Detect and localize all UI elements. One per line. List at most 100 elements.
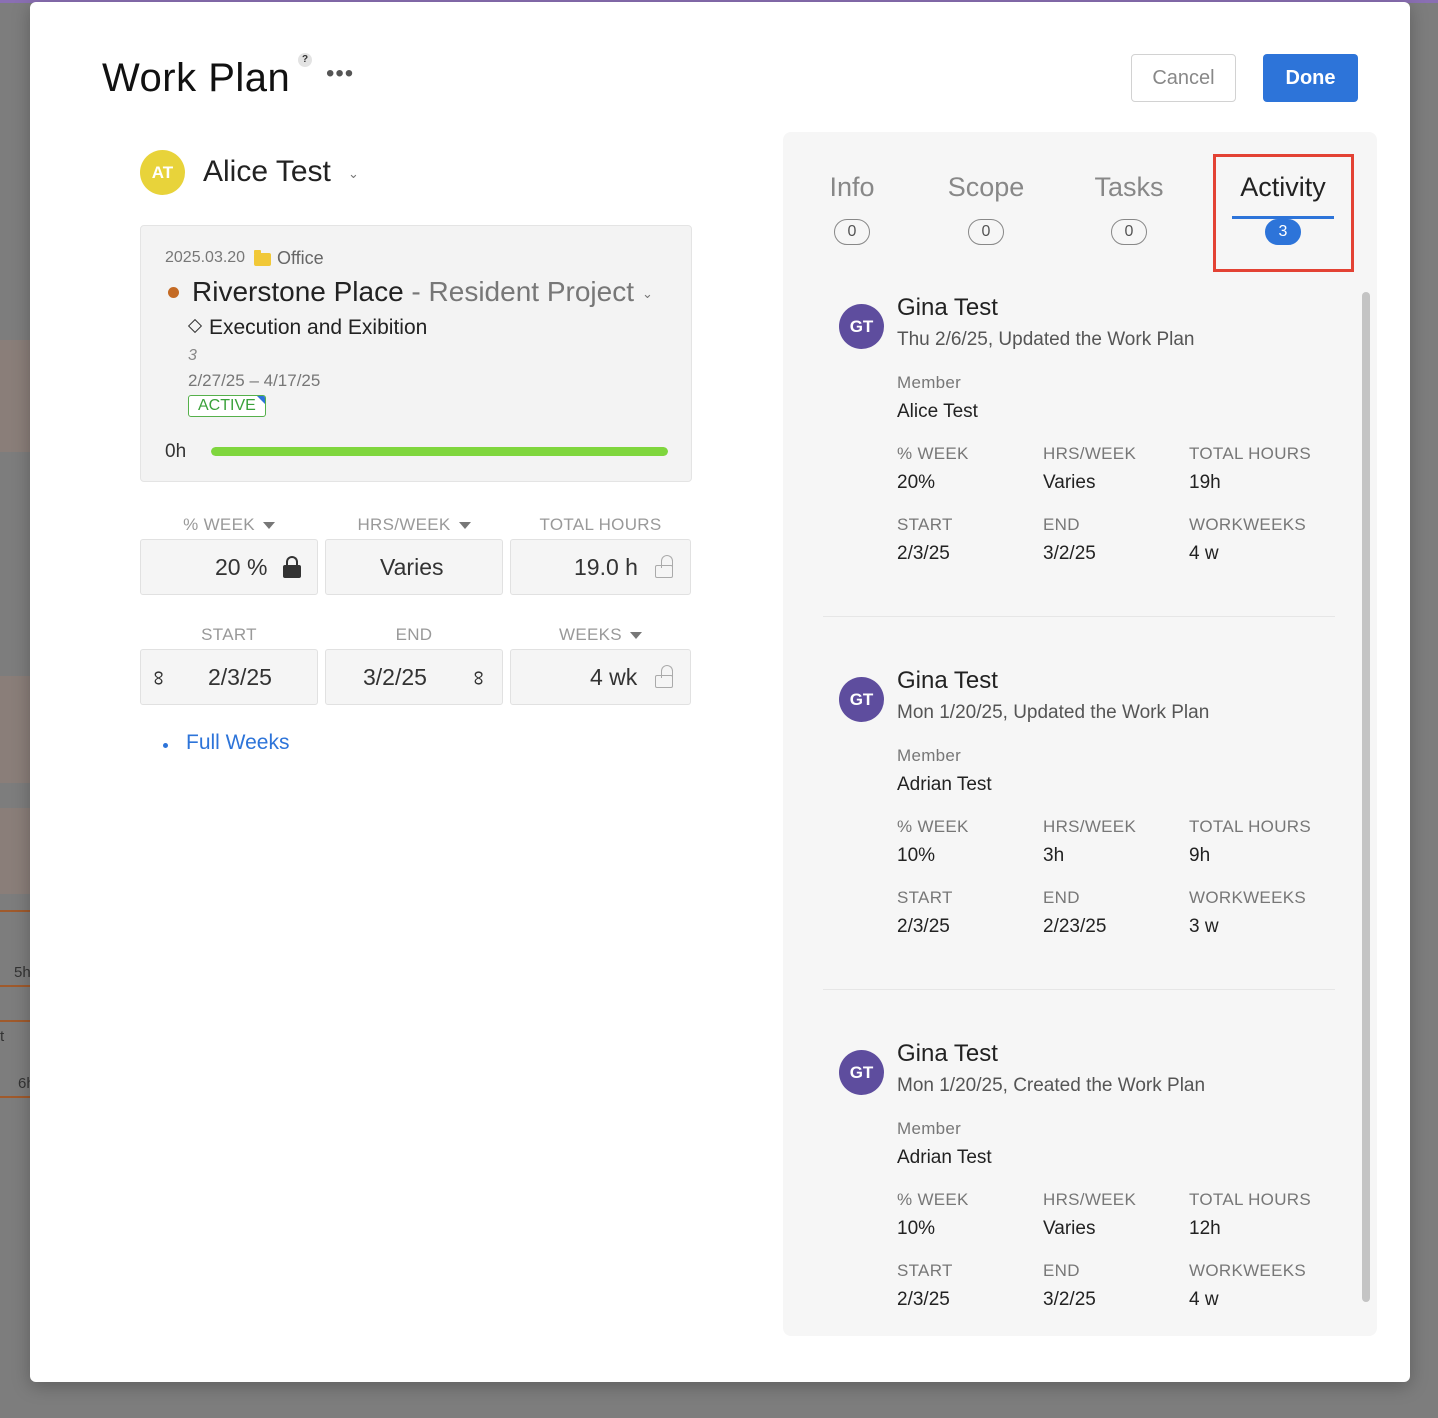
link-dependency-icon[interactable]: ∞ <box>146 671 170 686</box>
project-subtitle: - Resident Project <box>403 276 634 307</box>
project-card: 2025.03.20 Office Riverstone Place - Res… <box>140 225 692 482</box>
pct-week-label: % WEEK <box>897 444 969 463</box>
status-badge: ACTIVE <box>188 395 266 417</box>
tab-highlight-box <box>1213 154 1354 272</box>
start-label: START <box>897 1261 953 1280</box>
background-row <box>0 808 30 894</box>
tab-scope-count: 0 <box>968 219 1004 245</box>
start-header: START <box>140 625 318 645</box>
end-label: END <box>1043 515 1080 534</box>
lock-icon[interactable] <box>283 556 301 578</box>
bullet-icon <box>163 743 168 748</box>
weeks-value: 4 wk <box>590 664 638 690</box>
start-value: 2/3/25 <box>897 916 950 937</box>
end-value: 3/2/25 <box>1043 543 1096 564</box>
pct-week-value: 20 % <box>215 554 268 580</box>
caret-down-icon <box>262 522 275 530</box>
total-hours-value: 19h <box>1189 472 1221 493</box>
member-label: Member <box>897 373 962 392</box>
start-label: START <box>897 515 953 534</box>
weeks-label: WEEKS <box>559 625 622 644</box>
project-name: Riverstone Place <box>192 276 404 307</box>
pct-week-value: 20% <box>897 472 936 493</box>
pct-week-header[interactable]: % WEEK <box>140 515 318 535</box>
more-options-icon[interactable]: ••• <box>326 62 354 86</box>
pct-week-label: % WEEK <box>183 515 255 534</box>
activity-entry: GT Gina Test Mon 1/20/25, Created the Wo… <box>823 1040 1335 1330</box>
caret-down-icon <box>458 522 471 530</box>
total-hours-label: TOTAL HOURS <box>539 515 662 534</box>
weeks-header[interactable]: WEEKS <box>510 625 691 645</box>
end-date-value: 3/2/25 <box>363 664 427 690</box>
link-dependency-icon[interactable]: ∞ <box>466 671 490 686</box>
workweeks-value: 3 w <box>1189 916 1219 937</box>
divider <box>823 616 1335 617</box>
member-name[interactable]: Alice Test <box>203 155 331 189</box>
project-date: 2025.03.20 <box>165 249 246 266</box>
phase-number: 3 <box>188 347 197 364</box>
workweeks-value: 4 w <box>1189 543 1219 564</box>
avatar: GT <box>839 304 884 349</box>
unlock-icon[interactable] <box>655 665 673 688</box>
caret-down-icon <box>629 632 642 640</box>
full-weeks-link[interactable]: Full Weeks <box>186 731 289 755</box>
hrs-week-field[interactable]: Varies <box>325 539 503 595</box>
workweeks-label: WORKWEEKS <box>1189 888 1306 907</box>
project-title[interactable]: Riverstone Place - Resident Project ⌄ <box>192 276 653 308</box>
end-label: END <box>395 625 433 644</box>
project-color-dot <box>168 287 179 298</box>
tab-scope-label: Scope <box>947 172 1025 202</box>
tab-info[interactable]: Info 0 <box>817 172 887 245</box>
unlock-icon[interactable] <box>655 555 673 578</box>
activity-action: Thu 2/6/25, Updated the Work Plan <box>897 329 1195 350</box>
total-hours-value: 9h <box>1189 845 1211 866</box>
member-value: Alice Test <box>897 401 978 422</box>
total-hours-label: TOTAL HOURS <box>1189 444 1312 463</box>
details-panel: Info 0 Scope 0 Tasks 0 Activity 3 GT Gin… <box>783 132 1377 1336</box>
background-label: 5h <box>14 964 31 981</box>
end-label: END <box>1043 1261 1080 1280</box>
activity-entry: GT Gina Test Thu 2/6/25, Updated the Wor… <box>823 294 1335 594</box>
tab-scope[interactable]: Scope 0 <box>941 172 1031 245</box>
help-icon[interactable]: ? <box>298 53 312 67</box>
background-bar <box>0 985 30 987</box>
total-hours-field[interactable]: 19.0 h <box>510 539 691 595</box>
tab-info-label: Info <box>829 172 875 202</box>
progress-bar-fill <box>211 447 668 456</box>
activity-user: Gina Test <box>897 1040 998 1067</box>
member-label: Member <box>897 746 962 765</box>
total-hours-label: TOTAL HOURS <box>1189 817 1312 836</box>
chevron-down-icon[interactable]: ⌄ <box>642 286 653 301</box>
hrs-week-label: HRS/WEEK <box>1043 817 1137 836</box>
phase-name: Execution and Exibition <box>209 316 428 339</box>
total-hours-label: TOTAL HOURS <box>1189 1190 1312 1209</box>
cancel-button[interactable]: Cancel <box>1131 54 1236 102</box>
chevron-down-icon[interactable]: ⌄ <box>348 166 359 182</box>
weeks-field[interactable]: 4 wk <box>510 649 691 705</box>
hrs-week-value: Varies <box>1043 1218 1096 1239</box>
background-label: t <box>0 1028 5 1045</box>
workweeks-label: WORKWEEKS <box>1189 1261 1306 1280</box>
background-row <box>0 340 30 452</box>
hrs-week-label: HRS/WEEK <box>1043 444 1137 463</box>
total-hours-value: 19.0 h <box>574 554 638 580</box>
activity-user: Gina Test <box>897 667 998 694</box>
phase-date-range: 2/27/25 – 4/17/25 <box>188 371 321 390</box>
end-date-field[interactable]: 3/2/25 ∞ <box>325 649 503 705</box>
background-row <box>0 676 30 783</box>
pct-week-field[interactable]: 20 % <box>140 539 318 595</box>
tab-tasks[interactable]: Tasks 0 <box>1083 172 1175 245</box>
member-value: Adrian Test <box>897 1147 992 1168</box>
hrs-week-value: Varies <box>380 554 444 580</box>
end-value: 2/23/25 <box>1043 916 1107 937</box>
start-date-field[interactable]: ∞ 2/3/25 <box>140 649 318 705</box>
background-bar <box>0 910 30 912</box>
activity-user: Gina Test <box>897 294 998 321</box>
member-value: Adrian Test <box>897 774 992 795</box>
total-hours-header: TOTAL HOURS <box>510 515 691 535</box>
done-button[interactable]: Done <box>1263 54 1358 102</box>
tab-tasks-count: 0 <box>1111 219 1147 245</box>
hrs-week-header[interactable]: HRS/WEEK <box>325 515 503 535</box>
end-value: 3/2/25 <box>1043 1289 1096 1310</box>
scrollbar[interactable] <box>1362 292 1370 1302</box>
